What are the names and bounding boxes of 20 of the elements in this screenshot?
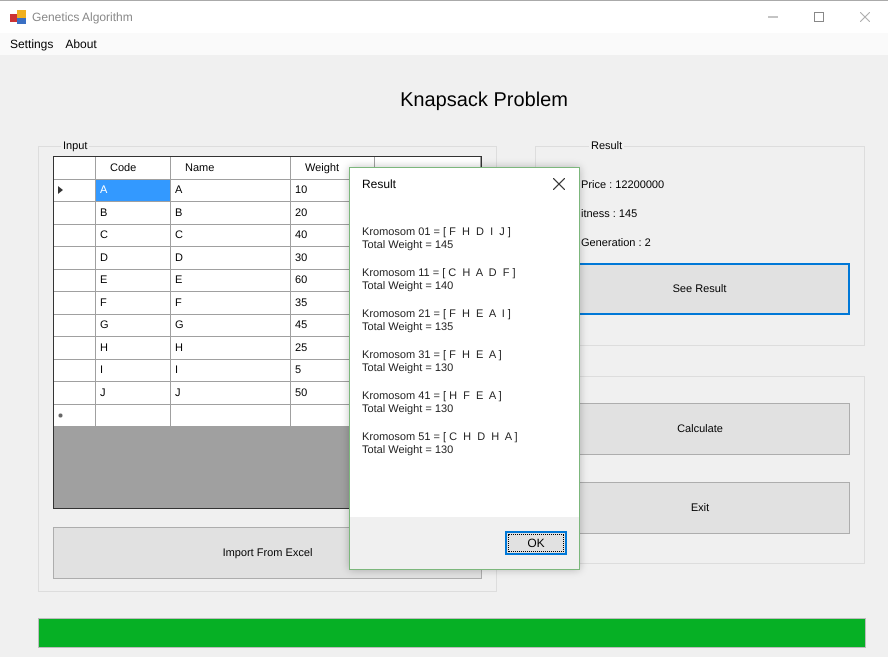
weight-text: Total Weight = 130 xyxy=(362,444,454,457)
row-pointer-icon xyxy=(58,186,63,194)
weight-text: Total Weight = 130 xyxy=(362,403,454,416)
result-text: itness : 145 xyxy=(581,206,638,222)
table-cell: A xyxy=(96,180,171,202)
ok-button[interactable]: OK xyxy=(505,531,567,555)
result-text: Generation : 2 xyxy=(581,236,652,250)
maximize-icon xyxy=(814,12,824,22)
close-icon xyxy=(860,12,870,22)
result-text: Price : 12200000 xyxy=(581,178,666,192)
new-row-icon xyxy=(58,412,63,418)
row-header[interactable] xyxy=(54,404,96,427)
menu-item[interactable]: About xyxy=(59,35,103,53)
group-label: Input xyxy=(62,140,88,152)
app-icon xyxy=(10,10,26,24)
chromosome-text: Kromosom 51 = [ C H D H A ] xyxy=(362,431,519,444)
group-label: Result xyxy=(590,140,624,152)
menu-item[interactable]: Settings xyxy=(4,35,60,53)
window-title: Genetics Algorithm xyxy=(32,10,134,24)
heading: Knapsack Problem xyxy=(399,89,569,113)
